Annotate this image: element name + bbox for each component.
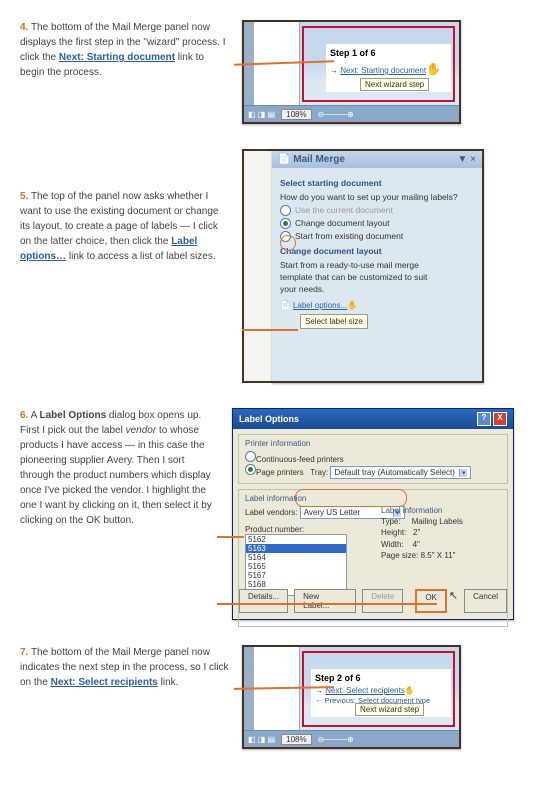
status-bar: ◧ ◨ ▤108%⊖────⊕ (244, 730, 459, 747)
step-5-text: 5. The top of the panel now asks whether… (20, 149, 230, 383)
radio-current-doc[interactable] (280, 205, 291, 216)
cancel-button[interactable]: Cancel (464, 589, 507, 613)
list-item[interactable]: 5168 (246, 580, 346, 589)
section-select-doc: Select starting document (280, 178, 474, 190)
delete-button: Delete (362, 589, 403, 613)
screenshot-step2: Step 2 of 6 → Next: Select recipients✋ ←… (242, 645, 461, 749)
chevron-down-icon: ▾ (459, 469, 468, 477)
step-indicator: Step 1 of 6 (330, 48, 447, 58)
list-item[interactable]: 5167 (246, 571, 346, 580)
step-indicator: Step 2 of 6 (315, 673, 447, 683)
dialog-titlebar: Label Options?X (233, 409, 513, 429)
product-listbox[interactable]: 5162 5163 5164 5165 5167 5168 (245, 534, 347, 596)
cursor-icon: ✋ (347, 300, 358, 310)
next-link[interactable]: Next: Starting document (340, 66, 426, 75)
cursor-icon: ✋ (426, 62, 441, 76)
cursor-icon: ✋ (405, 686, 415, 695)
list-item[interactable]: 5162 (246, 535, 346, 544)
radio-change-layout[interactable] (280, 218, 291, 229)
step-num: 6. (20, 410, 28, 421)
label-options-dialog: Label Options?X Printer information Cont… (232, 408, 514, 620)
list-item[interactable]: 5163 (246, 544, 346, 553)
tray-select[interactable]: Default tray (Automatically Select)▾ (330, 466, 471, 479)
zoom-level: 108% (281, 734, 311, 745)
step-num: 7. (20, 647, 28, 658)
next-link[interactable]: Next: Select recipients (325, 686, 405, 695)
zoom-level: 108% (281, 109, 311, 120)
details-button[interactable]: Details... (239, 589, 288, 613)
radio-page-printers[interactable] (245, 464, 256, 475)
panel-title: 📄 Mail Merge▼ × (272, 151, 482, 168)
label-options-link[interactable]: Label options... (293, 301, 347, 310)
cursor-icon: ↖ (449, 589, 458, 613)
close-icon[interactable]: X (493, 412, 507, 426)
screenshot-mail-merge-panel: 📄 Mail Merge▼ × Select starting document… (272, 149, 484, 383)
step-6-text: 6. A Label Options dialog box opens up. … (20, 408, 220, 620)
label-info-display: Label information Type: Mailing Labels H… (381, 505, 463, 561)
step-num: 4. (20, 22, 28, 33)
tooltip: Next wizard step (360, 78, 429, 91)
printer-info-label: Printer information (245, 439, 501, 448)
section-change-layout: Change document layout (280, 246, 474, 258)
list-item[interactable]: 5165 (246, 562, 346, 571)
list-item[interactable]: 5164 (246, 553, 346, 562)
radio-continuous[interactable] (245, 451, 256, 462)
step-num: 5. (20, 191, 28, 202)
screenshot-step1: Step 1 of 6 → Next: Starting document✋ N… (242, 20, 461, 124)
step-7-text: 7. The bottom of the Mail Merge panel no… (20, 645, 230, 749)
tooltip: Next wizard step (355, 703, 424, 716)
tooltip: Select label size (300, 314, 368, 329)
ok-button[interactable]: OK (415, 589, 447, 613)
link-next-starting-document: Next: Starting document (59, 52, 175, 63)
new-label-button[interactable]: New Label... (294, 589, 356, 613)
status-bar: ◧ ◨ ▤108%⊖────⊕ (244, 105, 459, 122)
link-next-select-recipients: Next: Select recipients (51, 677, 158, 688)
step-4-text: 4. The bottom of the Mail Merge panel no… (20, 20, 230, 124)
